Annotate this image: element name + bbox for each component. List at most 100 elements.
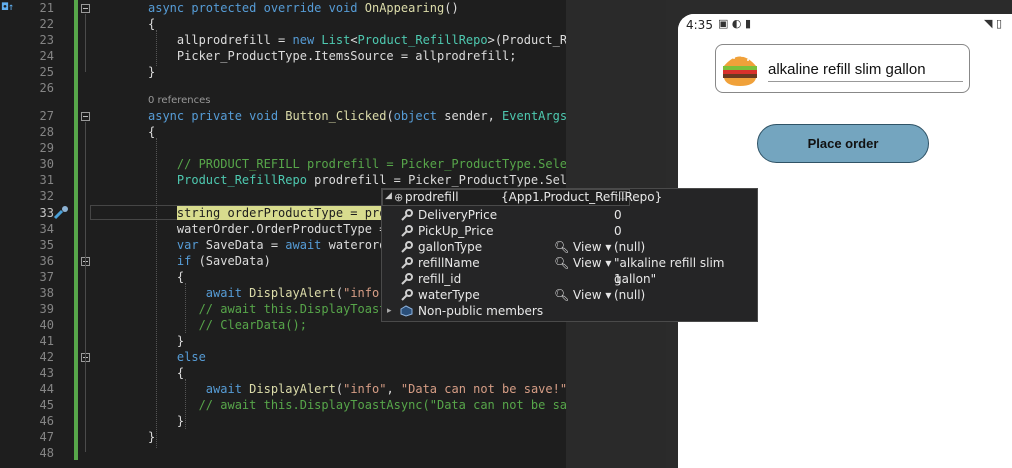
magnifier-icon: 🔍︎ xyxy=(554,240,570,254)
property-value[interactable]: 0 xyxy=(614,223,622,239)
datatip-variable-type: {App1.Product_RefillRepo} xyxy=(501,190,663,204)
line-number: 29 xyxy=(39,141,54,155)
property-name: refill_id xyxy=(418,272,462,286)
code-text: { xyxy=(148,17,156,31)
debugger-datatip[interactable]: ◢ ⊕ prodrefill {App1.Product_RefillRepo}… xyxy=(381,188,758,322)
line-number: 37 xyxy=(39,270,54,284)
code-text: { xyxy=(148,125,156,139)
line-number: 21 xyxy=(39,1,54,15)
line-number: 48 xyxy=(39,446,54,460)
status-time: 4:35 xyxy=(686,18,713,32)
datatip-row-deliveryprice[interactable]: DeliveryPrice 0 xyxy=(382,207,757,223)
view-label: View ▾ xyxy=(569,240,612,254)
picker-underline xyxy=(768,81,963,82)
datatip-row-gallontype[interactable]: gallonType 🔍︎ View ▾ (null) xyxy=(382,239,757,255)
line-number: 36 xyxy=(39,254,54,268)
line-number: 41 xyxy=(39,334,54,348)
signal-battery-icon: ◥ ▯ xyxy=(983,17,1002,30)
code-text: await DisplayAlert("info", "Data can not… xyxy=(205,382,566,396)
nonpublic-members-row[interactable]: ▸ Non-public members xyxy=(382,303,757,319)
indent-guide xyxy=(85,14,86,72)
code-text: allprodrefill = new List<Product_RefillR… xyxy=(148,33,566,47)
code-text: Product_RefillRepo prodrefill = Picker_P… xyxy=(148,173,566,187)
code-text: // PRODUCT_REFILL prodrefill = Picker_Pr… xyxy=(148,157,566,171)
code-text: // await this.DisplayToastAsync("Data ca… xyxy=(148,398,566,412)
line-number: 26 xyxy=(39,81,54,95)
view-dropdown[interactable]: 🔍︎ View ▾ xyxy=(554,255,611,271)
code-text: } xyxy=(148,334,185,348)
line-number: 22 xyxy=(39,17,54,31)
members-icon xyxy=(400,305,413,317)
line-number: 32 xyxy=(39,189,54,203)
datatip-row-refill-id[interactable]: refill_id 1 xyxy=(382,271,757,287)
line-number: 38 xyxy=(39,286,54,300)
line-number: 30 xyxy=(39,157,54,171)
picker-selected-value: alkaline refill slim gallon xyxy=(768,61,926,78)
indent-guide xyxy=(85,355,86,425)
property-name: DeliveryPrice xyxy=(418,208,498,222)
line-number: 42 xyxy=(39,350,54,364)
code-text: { xyxy=(148,270,185,284)
collapse-arrow-icon[interactable]: ◢ xyxy=(385,191,392,201)
magnifier-icon: 🔍︎ xyxy=(554,288,570,302)
expand-arrow-icon[interactable]: ▸ xyxy=(387,303,392,319)
line-number: 45 xyxy=(39,398,54,412)
code-text: } xyxy=(148,414,185,428)
line-number: 25 xyxy=(39,65,54,79)
property-value[interactable]: 0 xyxy=(614,207,622,223)
property-wrench-icon xyxy=(401,289,413,301)
code-text: var SaveData = await waterorde xyxy=(148,238,394,252)
code-text: async private void Button_Clicked(object… xyxy=(148,109,566,123)
property-value[interactable]: 1 xyxy=(614,271,622,287)
code-text: async protected override void OnAppearin… xyxy=(148,1,459,15)
burger-icon xyxy=(723,55,757,86)
property-name: gallonType xyxy=(418,240,483,254)
code-text: { xyxy=(148,366,185,380)
line-number: 47 xyxy=(39,430,54,444)
fold-toggle-icon[interactable] xyxy=(81,112,90,121)
property-wrench-icon xyxy=(401,241,413,253)
code-line[interactable]: 26 xyxy=(0,80,566,96)
datatip-row-watertype[interactable]: waterType 🔍︎ View ▾ (null) xyxy=(382,287,757,303)
property-name: PickUp_Price xyxy=(418,224,494,238)
property-value[interactable]: (null) xyxy=(614,239,645,255)
notification-icons: ▣ ◐ ▮ xyxy=(718,17,752,30)
property-wrench-icon xyxy=(401,273,413,285)
view-label: View ▾ xyxy=(569,288,612,302)
indent-guide xyxy=(156,30,157,66)
line-number: 27 xyxy=(39,109,54,123)
line-number: 46 xyxy=(39,414,54,428)
datatip-variable-name: prodrefill xyxy=(405,190,459,204)
indent-guide xyxy=(156,138,157,448)
fold-toggle-icon[interactable] xyxy=(81,4,90,13)
line-number: 35 xyxy=(39,238,54,252)
view-dropdown[interactable]: 🔍︎ View ▾ xyxy=(554,239,611,255)
line-number: 23 xyxy=(39,33,54,47)
datatip-row-refillname[interactable]: refillName 🔍︎ View ▾ "alkaline refill slim… xyxy=(382,255,757,286)
property-name: waterType xyxy=(418,288,480,302)
pin-icon[interactable]: -□ xyxy=(615,190,628,201)
indent-guide xyxy=(85,275,86,345)
code-lens-references[interactable]: 0 references xyxy=(148,95,211,106)
datatip-row-pickup-price[interactable]: PickUp_Price 0 xyxy=(382,223,757,239)
view-dropdown[interactable]: 🔍︎ View ▾ xyxy=(554,287,611,303)
code-text: } xyxy=(148,65,156,79)
line-number: 43 xyxy=(39,366,54,380)
property-wrench-icon xyxy=(401,257,413,269)
datatip-header: ◢ ⊕ prodrefill {App1.Product_RefillRepo}… xyxy=(382,189,662,206)
product-picker[interactable]: alkaline refill slim gallon xyxy=(715,44,970,93)
line-number: 24 xyxy=(39,49,54,63)
property-wrench-icon xyxy=(401,225,413,237)
object-icon: ⊕ xyxy=(394,191,404,204)
code-text: waterOrder.OrderProductType = xyxy=(148,222,394,236)
code-text: // await this.DisplayToast xyxy=(148,302,387,316)
property-wrench-icon xyxy=(401,209,413,221)
property-value[interactable]: (null) xyxy=(614,287,645,303)
code-text: if (SaveData) xyxy=(148,254,271,268)
place-order-button[interactable]: Place order xyxy=(757,124,929,163)
breakpoint-paint-icon[interactable] xyxy=(52,205,72,220)
code-text: string orderProductType = pro xyxy=(176,206,387,220)
line-number: 39 xyxy=(39,302,54,316)
line-number: 44 xyxy=(39,382,54,396)
indent-guide xyxy=(185,283,186,333)
